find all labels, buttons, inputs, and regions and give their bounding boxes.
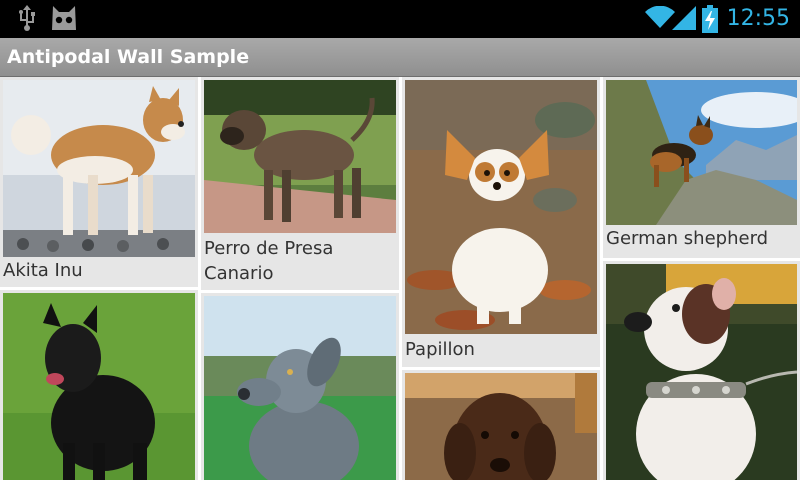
dog-card-akita[interactable]: Akita Inu [0,77,198,287]
dog-name: Akita Inu [3,260,83,281]
dog-photo-grey-dog [204,296,396,480]
usb-icon [16,5,38,35]
dog-card-german-shepherd[interactable]: German shepherd [603,77,800,258]
android-debug-icon [50,4,78,36]
dog-photo-akita [3,80,195,257]
dog-card-papillon[interactable]: Papillon [402,77,600,367]
dog-name: Perro de Presa Canario [204,238,334,284]
dog-card-black-shepherd[interactable] [0,290,198,480]
dog-photo-presa-canario [204,80,396,233]
dog-photo-german-shepherd [606,80,797,225]
action-bar: Antipodal Wall Sample [0,38,800,77]
dog-card-brown-spaniel[interactable] [402,370,600,480]
dog-photo-papillon [405,80,597,334]
app-title: Antipodal Wall Sample [7,46,250,68]
signal-icon [672,6,696,34]
dog-photo-bulldog [606,264,797,480]
dog-card-presa-canario[interactable]: Perro de Presa Canario [201,77,399,290]
dog-photo-brown-spaniel [405,373,597,480]
dog-photo-black-shepherd [3,293,195,480]
battery-charging-icon [702,5,718,37]
clock: 12:55 [726,6,790,31]
dog-card-grey-dog[interactable] [201,293,399,480]
status-bar: 12:55 [0,0,800,38]
dog-card-bulldog[interactable] [603,261,800,480]
dog-name: German shepherd [606,228,769,249]
dog-wall[interactable]: Akita Inu Perro de Presa Canario Papillo… [0,77,800,480]
wifi-icon [645,5,675,34]
dog-name: Papillon [405,339,475,360]
